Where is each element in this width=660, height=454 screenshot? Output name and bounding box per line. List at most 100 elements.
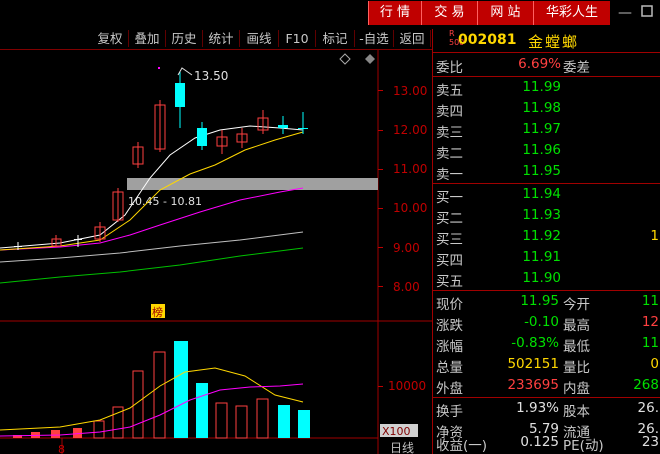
quote-value: -0.83%: [511, 335, 559, 351]
ask-label: 卖一: [436, 167, 463, 183]
quote-label: 最低: [563, 339, 590, 355]
tool-stats[interactable]: 统计: [203, 30, 240, 47]
candles: [14, 72, 308, 250]
bid-row[interactable]: 买五 11.90: [433, 269, 660, 290]
fund-value: 1.93%: [516, 400, 559, 416]
tool-overlay[interactable]: 叠加: [129, 30, 166, 47]
weibi-label: 委比: [436, 60, 463, 76]
quote-value: 0: [650, 356, 659, 372]
bid-price: 11.90: [522, 270, 561, 286]
ask-label: 卖三: [436, 125, 463, 141]
ma30-line: [0, 247, 304, 284]
tool-watchlist[interactable]: -自选: [355, 30, 394, 47]
bid-price: 11.91: [522, 249, 561, 265]
quote-label: 今开: [563, 297, 590, 313]
quote-label: 总量: [436, 360, 463, 376]
price-tick-13: 13.00: [393, 84, 427, 98]
price-tick-12: 12.00: [393, 123, 427, 137]
ask-row[interactable]: 卖一 11.95: [433, 162, 660, 183]
ask-row[interactable]: 卖四 11.98: [433, 99, 660, 120]
bid-label: 买二: [436, 211, 463, 227]
tab-market[interactable]: 行 情: [368, 1, 421, 25]
bid-row[interactable]: 买二 11.93: [433, 206, 660, 227]
minimize-button[interactable]: —: [616, 4, 634, 22]
title-bar: 行 情 交 易 网 站 华彩人生 —: [0, 0, 660, 28]
high-annotation: 13.50: [194, 69, 228, 83]
gap-annotation: 10.45 - 10.81: [128, 195, 202, 208]
quote-value: 11: [641, 335, 659, 351]
bid-price: 11.94: [522, 186, 561, 202]
tool-f10[interactable]: F10: [279, 30, 316, 47]
quote-label: 内盘: [563, 381, 590, 397]
bid-price: 11.93: [522, 207, 561, 223]
price-tick-10: 10.00: [393, 201, 427, 215]
fund-row: 收益(一) 0.125 PE(动) 23: [433, 433, 660, 454]
price-tick-9: 9.00: [393, 241, 420, 255]
stock-name: 金螳螂: [528, 33, 580, 51]
quote-label: 量比: [563, 360, 590, 376]
ask-row[interactable]: 卖三 11.97: [433, 120, 660, 141]
ask-price: 11.99: [522, 79, 561, 95]
quote-panel: R 500 002081 金螳螂 委比 6.69% 委差 卖五 11.99 卖四 11…: [432, 29, 660, 454]
volume-unit: X100: [382, 425, 411, 438]
bid-label: 买三: [436, 232, 463, 248]
weibi-value: 6.69%: [518, 56, 561, 72]
bid-label: 买四: [436, 253, 463, 269]
ask-row[interactable]: 卖二 11.96: [433, 141, 660, 162]
quote-row: 外盘 233695 内盘 268: [433, 376, 660, 397]
ask-price: 11.98: [522, 100, 561, 116]
ma10-line: [0, 131, 304, 251]
ask-label: 卖二: [436, 146, 463, 162]
stock-code: 002081: [458, 32, 517, 48]
quote-label: 最高: [563, 318, 590, 334]
quote-value: 11.95: [520, 293, 559, 309]
price-tick-11: 11.00: [393, 162, 427, 176]
tab-huacai[interactable]: 华彩人生: [533, 1, 610, 25]
fund-value: 23: [641, 434, 659, 450]
tool-mark[interactable]: 标记: [316, 30, 355, 47]
bid-volume: 1: [650, 228, 659, 244]
ask-row[interactable]: 卖五 11.99: [433, 78, 660, 99]
fund-value: 0.125: [520, 434, 559, 450]
quote-value: 11: [641, 293, 659, 309]
fund-row: 换手 1.93% 股本 26.: [433, 399, 660, 420]
bid-label: 买五: [436, 274, 463, 290]
bid-row[interactable]: 买一 11.94: [433, 185, 660, 206]
tool-history[interactable]: 历史: [166, 30, 203, 47]
ask-price: 11.95: [522, 163, 561, 179]
period-label[interactable]: 日线: [390, 441, 414, 454]
bid-price: 11.92: [522, 228, 561, 244]
weibi-row: 委比 6.69% 委差: [433, 55, 660, 76]
tab-trade[interactable]: 交 易: [421, 1, 477, 25]
quote-value: 12: [641, 314, 659, 330]
maximize-icon[interactable]: [638, 4, 656, 22]
ask-label: 卖四: [436, 104, 463, 120]
quote-label: 外盘: [436, 381, 463, 397]
fund-label: 股本: [563, 404, 590, 420]
tool-fuquan[interactable]: 复权: [92, 30, 129, 47]
tab-website[interactable]: 网 站: [477, 1, 533, 25]
ask-price: 11.97: [522, 121, 561, 137]
kline-chart[interactable]: 13.00 12.00 11.00 10.00 9.00 8.00 10000 …: [0, 50, 432, 454]
tool-draw[interactable]: 画线: [240, 30, 279, 47]
ask-label: 卖五: [436, 83, 463, 99]
date-tick: 8: [58, 443, 65, 454]
bid-row[interactable]: 买四 11.91: [433, 248, 660, 269]
bid-row[interactable]: 买三 11.92 1: [433, 227, 660, 248]
diamond-icon[interactable]: [339, 53, 351, 65]
quote-row: 涨跌 -0.10 最高 12: [433, 313, 660, 334]
fund-value: 26.: [637, 400, 659, 416]
fund-label: PE(动): [563, 438, 604, 454]
price-tick-8: 8.00: [393, 280, 420, 294]
quote-label: 涨跌: [436, 318, 463, 334]
quote-label: 现价: [436, 297, 463, 313]
quote-value: 268: [633, 377, 659, 393]
quote-row: 涨幅 -0.83% 最低 11: [433, 334, 660, 355]
quote-value: 502151: [507, 356, 559, 372]
fund-label: 换手: [436, 404, 463, 420]
tool-back[interactable]: 返回: [394, 30, 431, 47]
quote-row: 总量 502151 量比 0: [433, 355, 660, 376]
diamond-filled-icon[interactable]: [365, 54, 375, 64]
weicha-label: 委差: [563, 60, 590, 76]
rank-tag[interactable]: 榜: [152, 305, 163, 319]
